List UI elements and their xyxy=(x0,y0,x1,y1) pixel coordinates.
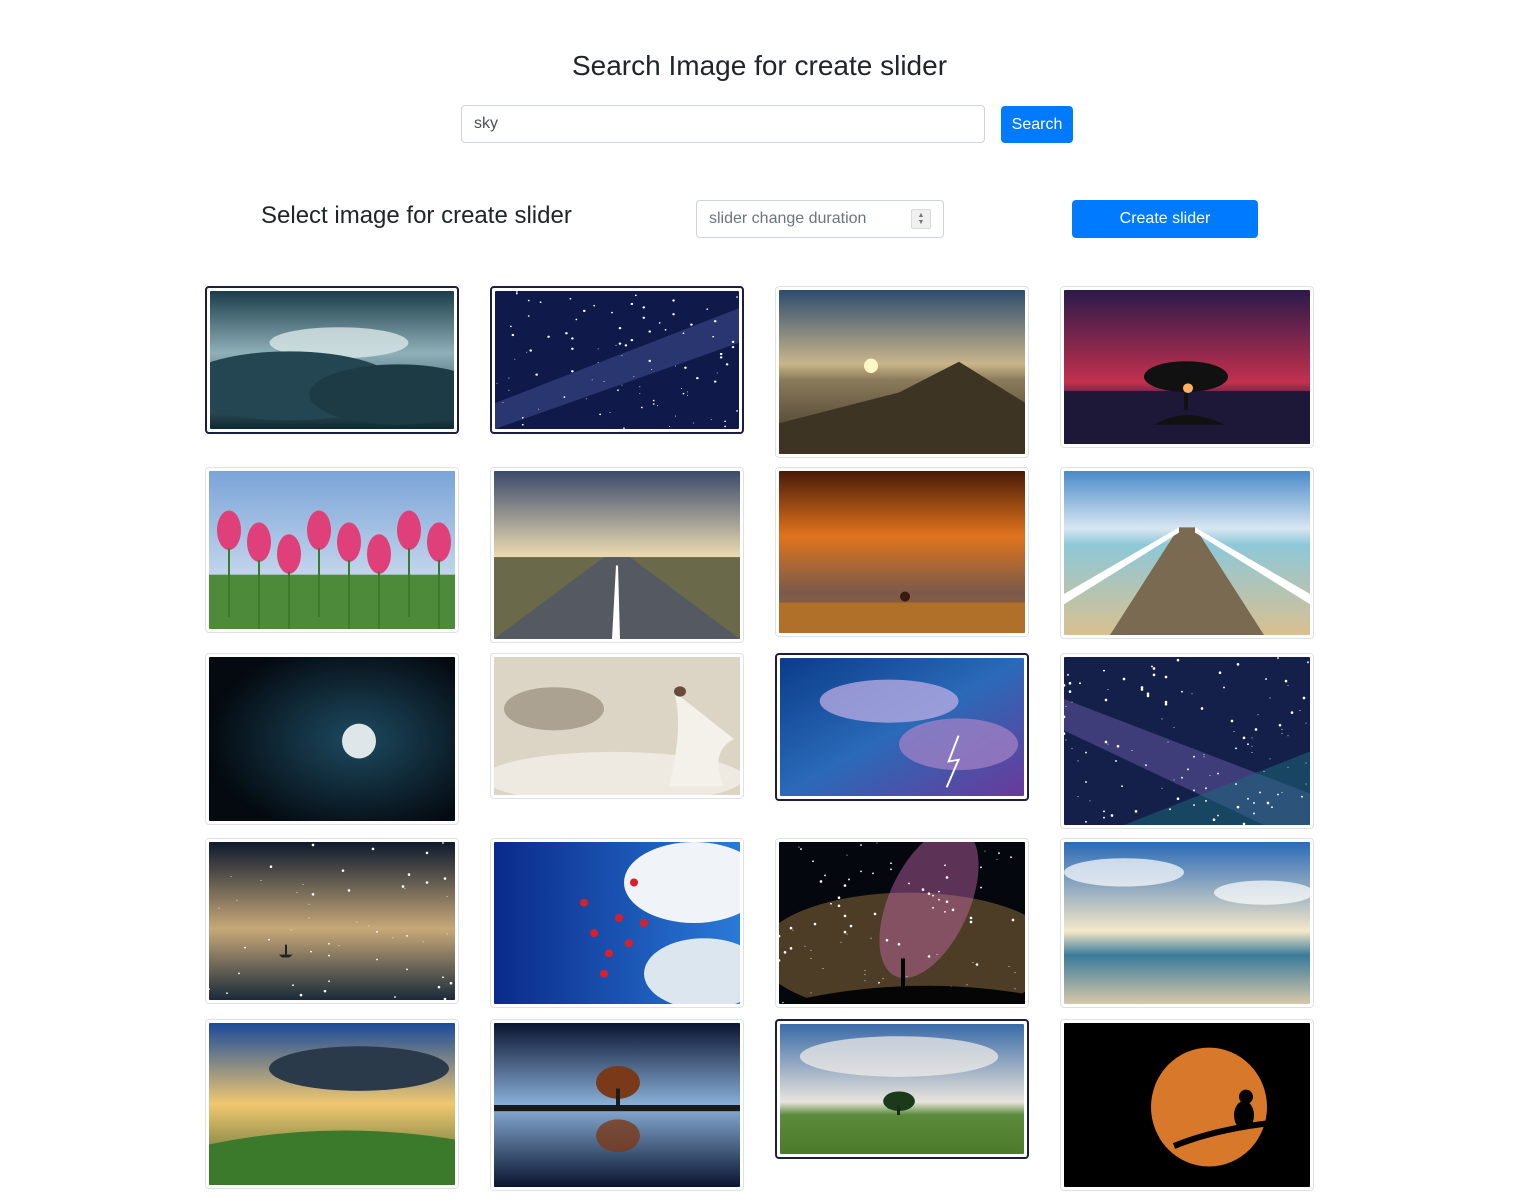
image-red-sky-tree-silhouette-photo xyxy=(1064,290,1310,444)
image-tree-in-meadow-clouds[interactable] xyxy=(775,1019,1029,1159)
image-milky-way-stars[interactable] xyxy=(490,286,744,434)
search-button[interactable]: Search xyxy=(1001,106,1073,143)
search-input[interactable] xyxy=(461,105,985,143)
image-cat-on-branch-moon-photo xyxy=(1064,1023,1310,1187)
image-tree-reflection-night-photo xyxy=(494,1023,740,1187)
image-white-pier-sea[interactable] xyxy=(1060,467,1314,639)
image-orange-clouds-tree[interactable] xyxy=(775,467,1029,637)
image-galaxy-stars[interactable] xyxy=(1060,653,1314,829)
slider-duration-input[interactable]: slider change duration ▲ ▼ xyxy=(696,200,944,238)
image-woman-in-clouds-photo xyxy=(494,657,740,795)
image-colorful-milky-way-silhouette-photo xyxy=(779,842,1025,1004)
image-sunset-over-mountain-photo xyxy=(779,290,1025,454)
image-cloudy-sky-dark[interactable] xyxy=(205,286,459,434)
image-beach-with-birds[interactable] xyxy=(1060,838,1314,1008)
image-sunset-over-mountain[interactable] xyxy=(775,286,1029,458)
duration-placeholder: slider change duration xyxy=(709,210,867,227)
image-sun-rays-over-hills[interactable] xyxy=(205,1019,459,1189)
image-night-sea-reflection[interactable] xyxy=(205,838,459,1004)
image-road-under-clouds[interactable] xyxy=(490,467,744,643)
select-image-heading: Select image for create slider xyxy=(261,202,572,229)
image-lightning-storm[interactable] xyxy=(775,653,1029,801)
number-spinner-icon[interactable]: ▲ ▼ xyxy=(911,209,931,229)
image-colorful-milky-way-silhouette[interactable] xyxy=(775,838,1029,1008)
image-galaxy-stars-photo xyxy=(1064,657,1310,825)
image-white-pier-sea-photo xyxy=(1064,471,1310,635)
image-cat-on-branch-moon[interactable] xyxy=(1060,1019,1314,1191)
image-beach-with-birds-photo xyxy=(1064,842,1310,1004)
image-red-sky-tree-silhouette[interactable] xyxy=(1060,286,1314,448)
create-slider-button[interactable]: Create slider xyxy=(1072,200,1258,238)
image-lightning-storm-photo xyxy=(780,658,1024,796)
image-milky-way-stars-photo xyxy=(495,291,739,429)
image-heart-balloons-sky[interactable] xyxy=(490,838,744,1008)
image-pink-tulips-photo xyxy=(209,471,455,629)
image-woman-in-clouds[interactable] xyxy=(490,653,744,799)
image-tree-in-meadow-clouds-photo xyxy=(780,1024,1024,1154)
image-night-sea-reflection-photo xyxy=(209,842,455,1000)
image-orange-clouds-tree-photo xyxy=(779,471,1025,633)
image-full-moon-night-photo xyxy=(209,657,455,821)
image-pink-tulips[interactable] xyxy=(205,467,459,633)
image-full-moon-night[interactable] xyxy=(205,653,459,825)
image-sun-rays-over-hills-photo xyxy=(209,1023,455,1185)
image-road-under-clouds-photo xyxy=(494,471,740,639)
page-title: Search Image for create slider xyxy=(571,50,948,81)
image-tree-reflection-night[interactable] xyxy=(490,1019,744,1191)
image-cloudy-sky-dark-photo xyxy=(210,291,454,429)
image-heart-balloons-sky-photo xyxy=(494,842,740,1004)
